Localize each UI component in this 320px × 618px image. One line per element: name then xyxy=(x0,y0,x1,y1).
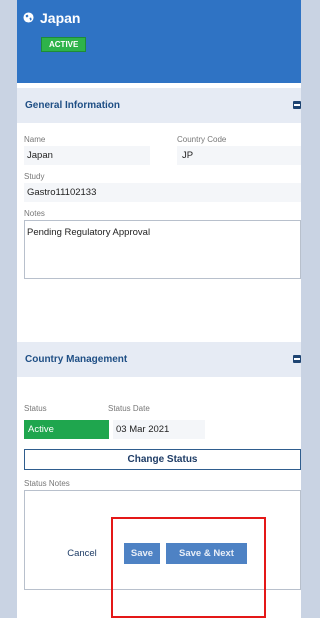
cancel-button[interactable]: Cancel xyxy=(62,543,102,564)
general-information-header[interactable]: General Information xyxy=(17,88,301,123)
name-label: Name xyxy=(24,135,46,144)
country-code-label: Country Code xyxy=(177,135,227,144)
country-code-field[interactable]: JP xyxy=(177,146,301,165)
section-title: General Information xyxy=(25,100,121,111)
change-status-button[interactable]: Change Status xyxy=(24,449,301,470)
status-label: Status xyxy=(24,404,47,413)
globe-icon xyxy=(23,12,34,23)
save-button[interactable]: Save xyxy=(124,543,160,564)
section-title: Country Management xyxy=(25,354,128,365)
status-value: Active xyxy=(24,420,109,439)
status-date-field[interactable]: 03 Mar 2021 xyxy=(113,420,205,439)
name-field[interactable]: Japan xyxy=(24,146,150,165)
collapse-icon[interactable] xyxy=(293,101,301,109)
status-notes-textarea[interactable] xyxy=(24,490,301,590)
status-notes-label: Status Notes xyxy=(24,479,70,488)
save-and-next-button[interactable]: Save & Next xyxy=(166,543,247,564)
record-header: Japan ACTIVE xyxy=(17,0,301,83)
status-date-label: Status Date xyxy=(108,404,150,413)
page-title: Japan xyxy=(40,10,81,26)
country-management-header[interactable]: Country Management xyxy=(17,342,301,377)
status-badge: ACTIVE xyxy=(41,37,87,52)
notes-label: Notes xyxy=(24,209,45,218)
notes-textarea[interactable]: Pending Regulatory Approval xyxy=(24,220,301,279)
study-label: Study xyxy=(24,172,45,181)
collapse-icon[interactable] xyxy=(293,355,301,363)
study-field[interactable]: Gastro11102133 xyxy=(24,183,301,202)
record-panel: General Information Name Japan Country C… xyxy=(17,83,301,618)
